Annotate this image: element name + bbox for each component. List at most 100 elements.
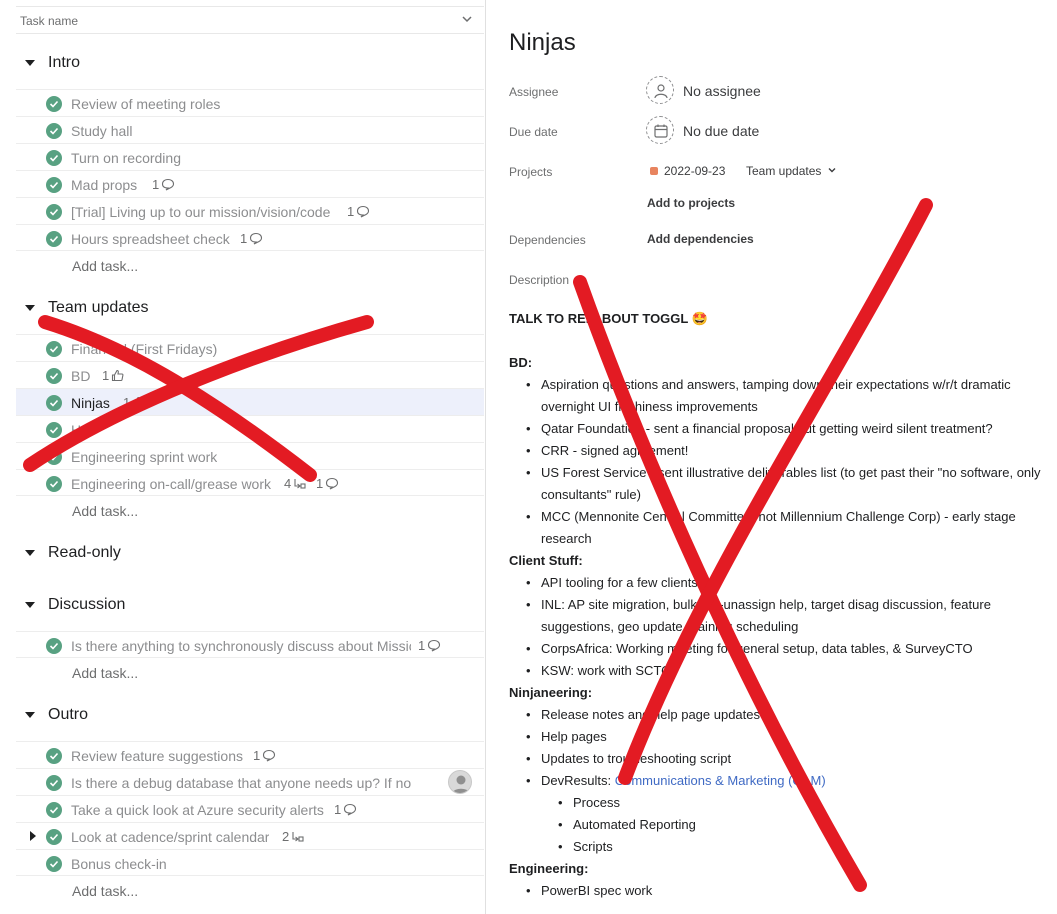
task-name[interactable]: He xyxy=(71,422,89,438)
comment-count: 1 xyxy=(347,204,370,219)
calendar-icon[interactable] xyxy=(646,116,674,144)
client-item: API tooling for a few clients xyxy=(509,572,1049,594)
description-line: TALK TO REI ABOUT TOGGL 🤩 xyxy=(509,311,708,326)
collapse-triangle-icon[interactable] xyxy=(25,712,35,718)
task-name[interactable]: Is there anything to synchronously discu… xyxy=(71,638,411,654)
subtask-icon xyxy=(294,479,306,489)
check-circle-icon[interactable] xyxy=(46,341,62,357)
project-date[interactable]: 2022-09-23 xyxy=(664,164,725,178)
check-circle-icon[interactable] xyxy=(46,177,62,193)
assignee-avatar[interactable] xyxy=(448,770,472,794)
check-circle-icon[interactable] xyxy=(46,368,62,384)
task-row[interactable]: Turn on recording xyxy=(16,143,484,170)
task-row[interactable]: Review of meeting roles xyxy=(16,89,484,116)
section-outro[interactable]: Outro xyxy=(16,701,484,731)
task-row[interactable]: Is there anything to synchronously discu… xyxy=(16,631,484,658)
task-name[interactable]: Study hall xyxy=(71,123,132,139)
comment-count: 1 xyxy=(253,748,276,763)
expand-subtasks-icon[interactable] xyxy=(30,831,36,841)
column-header[interactable]: Task name xyxy=(16,6,484,34)
add-task-link[interactable]: Add task... xyxy=(72,503,138,519)
task-row[interactable]: He xyxy=(16,415,484,442)
section-title: Outro xyxy=(48,706,89,723)
collapse-triangle-icon[interactable] xyxy=(25,305,35,311)
task-name[interactable]: Engineering sprint work xyxy=(71,449,217,465)
check-circle-icon[interactable] xyxy=(46,638,62,654)
section-intro[interactable]: Intro xyxy=(16,49,484,79)
task-name[interactable]: Take a quick look at Azure security aler… xyxy=(71,802,324,818)
task-name[interactable]: Ninjas xyxy=(71,395,110,411)
task-row[interactable]: BD 1 xyxy=(16,361,484,388)
task-name[interactable]: BD xyxy=(71,368,90,384)
check-circle-icon[interactable] xyxy=(46,775,62,791)
task-name[interactable]: Financial (First Fridays) xyxy=(71,341,217,357)
collapse-triangle-icon[interactable] xyxy=(25,60,35,66)
check-circle-icon[interactable] xyxy=(46,96,62,112)
thumbs-up-icon xyxy=(112,369,124,382)
task-name[interactable]: [Trial] Living up to our mission/vision/… xyxy=(71,204,330,220)
task-row[interactable]: Hours spreadsheet check 1 xyxy=(16,224,484,251)
task-name[interactable]: Review of meeting roles xyxy=(71,96,220,112)
check-circle-icon[interactable] xyxy=(46,856,62,872)
chevron-down-icon[interactable] xyxy=(460,12,474,26)
task-row[interactable]: Look at cadence/sprint calendar 2 xyxy=(16,822,484,849)
task-name[interactable]: Hours spreadsheet check xyxy=(71,231,230,247)
check-circle-icon[interactable] xyxy=(46,476,62,492)
due-date-value[interactable]: No due date xyxy=(683,123,759,139)
check-circle-icon[interactable] xyxy=(46,829,62,845)
task-row[interactable]: Bonus check-in xyxy=(16,849,484,876)
task-row[interactable]: Engineering sprint work xyxy=(16,442,484,469)
check-circle-icon[interactable] xyxy=(46,422,62,438)
engineering-heading: Engineering: xyxy=(509,861,589,876)
check-circle-icon[interactable] xyxy=(46,150,62,166)
task-row[interactable]: Financial (First Fridays) xyxy=(16,334,484,361)
task-row[interactable]: Review feature suggestions 1 xyxy=(16,741,484,768)
bd-item: Qatar Foundation - sent a financial prop… xyxy=(509,418,1049,440)
check-circle-icon[interactable] xyxy=(46,748,62,764)
description-body[interactable]: TALK TO REI ABOUT TOGGL 🤩 BD: Aspiration… xyxy=(509,308,1049,902)
section-team-updates[interactable]: Team updates xyxy=(16,294,484,324)
comment-count: 1 xyxy=(240,231,263,246)
task-name[interactable]: Look at cadence/sprint calendar xyxy=(71,829,269,845)
task-title[interactable]: Ninjas xyxy=(509,29,576,57)
check-circle-icon[interactable] xyxy=(46,802,62,818)
add-task-link[interactable]: Add task... xyxy=(72,883,138,899)
task-row[interactable]: [Trial] Living up to our mission/vision/… xyxy=(16,197,484,224)
task-row[interactable]: Is there a debug database that anyone ne… xyxy=(16,768,484,795)
task-name[interactable]: Mad props xyxy=(71,177,137,193)
task-row[interactable]: Study hall xyxy=(16,116,484,143)
project-section-dropdown[interactable]: Team updates xyxy=(746,164,821,178)
task-name[interactable]: Engineering on-call/grease work xyxy=(71,476,271,492)
like-count: 1 xyxy=(102,368,124,383)
section-discussion[interactable]: Discussion xyxy=(16,591,484,621)
check-circle-icon[interactable] xyxy=(46,123,62,139)
task-row-selected[interactable]: Ninjas 1 xyxy=(16,388,484,415)
collapse-triangle-icon[interactable] xyxy=(25,550,35,556)
check-circle-icon[interactable] xyxy=(46,395,62,411)
person-icon[interactable] xyxy=(646,76,674,104)
check-circle-icon[interactable] xyxy=(46,231,62,247)
section-read-only[interactable]: Read-only xyxy=(16,539,484,569)
comment-count: 1 xyxy=(316,476,339,491)
check-circle-icon[interactable] xyxy=(46,449,62,465)
task-name[interactable]: Bonus check-in xyxy=(71,856,167,872)
task-name[interactable]: Is there a debug database that anyone ne… xyxy=(71,775,411,791)
projects-label: Projects xyxy=(509,165,553,179)
section-title: Read-only xyxy=(48,544,121,561)
task-row[interactable]: Mad props 1 xyxy=(16,170,484,197)
task-row[interactable]: Engineering on-call/grease work 4 1 xyxy=(16,469,484,496)
chevron-down-icon[interactable] xyxy=(826,164,838,176)
task-name[interactable]: Review feature suggestions xyxy=(71,748,243,764)
add-task-link[interactable]: Add task... xyxy=(72,258,138,274)
assignee-value[interactable]: No assignee xyxy=(683,83,761,99)
devresults-link[interactable]: Communications & Marketing (CAM) xyxy=(615,773,826,788)
task-row[interactable]: Take a quick look at Azure security aler… xyxy=(16,795,484,822)
collapse-triangle-icon[interactable] xyxy=(25,602,35,608)
devresults-subitem: Automated Reporting xyxy=(509,814,1049,836)
add-dependencies-link[interactable]: Add dependencies xyxy=(647,232,754,246)
add-to-projects-link[interactable]: Add to projects xyxy=(647,196,735,210)
task-name[interactable]: Turn on recording xyxy=(71,150,181,166)
check-circle-icon[interactable] xyxy=(46,204,62,220)
ninjaneering-list: Release notes and help page updates Help… xyxy=(509,704,1049,858)
add-task-link[interactable]: Add task... xyxy=(72,665,138,681)
